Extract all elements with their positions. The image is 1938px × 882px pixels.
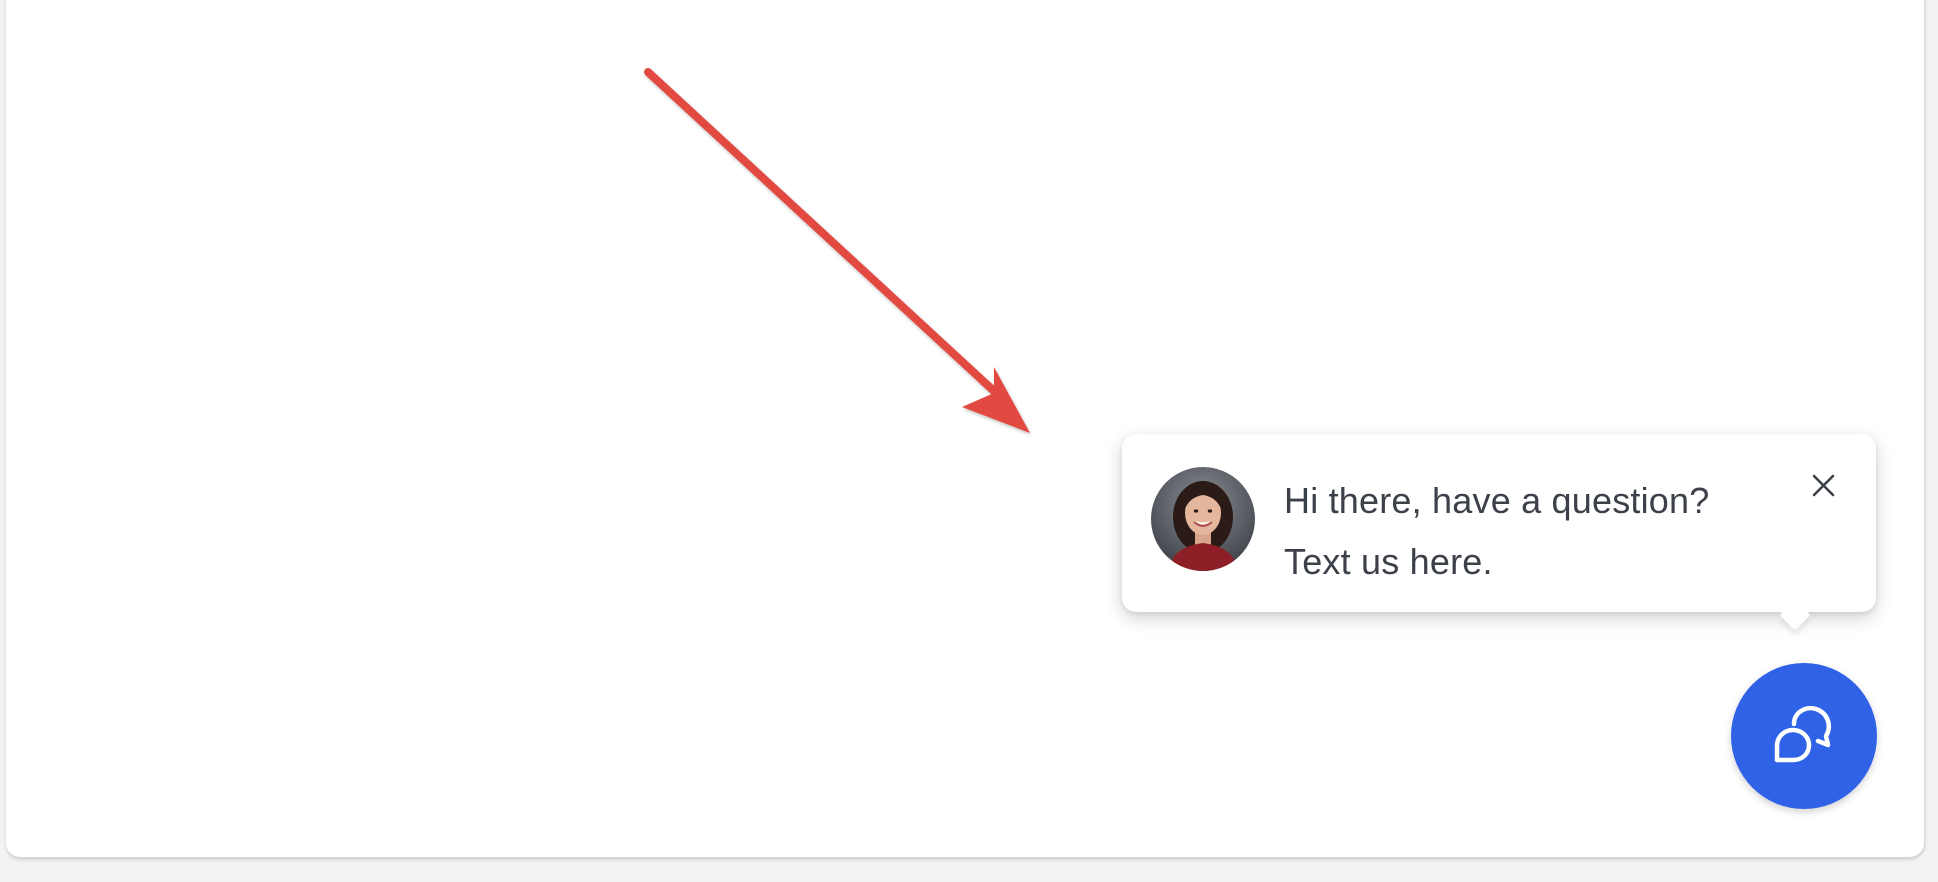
greeting-line-1: Hi there, have a question? [1284,480,1710,521]
close-popup-button[interactable] [1801,464,1845,508]
greeting-line-2: Text us here. [1284,541,1493,582]
chat-launcher-button[interactable] [1731,663,1877,809]
greeting-message: Hi there, have a question? Text us here. [1284,470,1804,592]
page-content-area [6,0,1924,857]
chat-bubbles-icon [1774,706,1831,763]
chat-greeting-popup[interactable]: Hi there, have a question? Text us here. [1122,434,1876,631]
agent-avatar [1151,467,1255,571]
screen: Hi there, have a question? Text us here. [0,0,1938,882]
close-icon [1812,474,1835,497]
